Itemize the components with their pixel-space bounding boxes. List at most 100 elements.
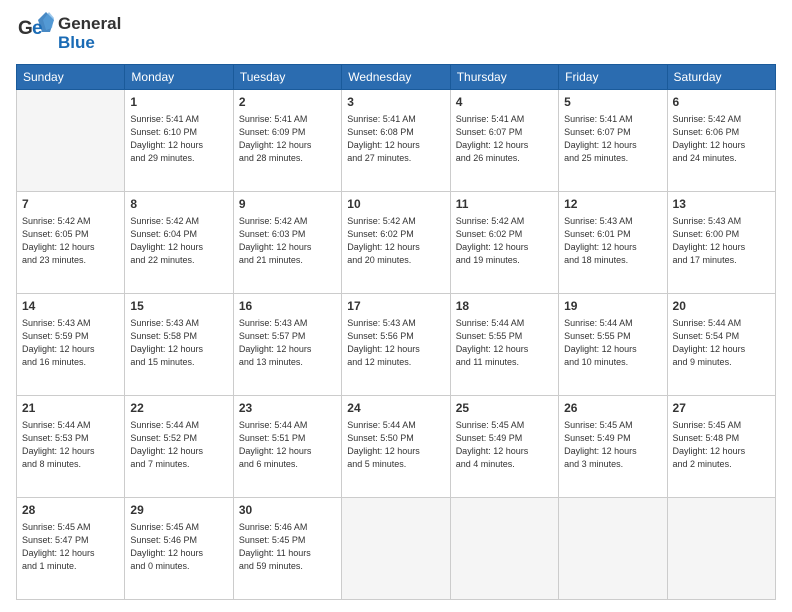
calendar-table: SundayMondayTuesdayWednesdayThursdayFrid… <box>16 64 776 600</box>
day-info: Sunrise: 5:44 AMSunset: 5:55 PMDaylight:… <box>564 317 661 369</box>
day-number: 15 <box>130 298 227 315</box>
day-info: Sunrise: 5:41 AMSunset: 6:07 PMDaylight:… <box>564 113 661 165</box>
day-number: 21 <box>22 400 119 417</box>
calendar-week-1: 1 Sunrise: 5:41 AMSunset: 6:10 PMDaylight… <box>17 90 776 192</box>
day-number: 8 <box>130 196 227 213</box>
calendar-cell: 22 Sunrise: 5:44 AMSunset: 5:52 PMDayligh… <box>125 396 233 498</box>
day-info: Sunrise: 5:42 AMSunset: 6:02 PMDaylight:… <box>456 215 553 267</box>
day-number: 9 <box>239 196 336 213</box>
day-number: 18 <box>456 298 553 315</box>
calendar-cell: 25 Sunrise: 5:45 AMSunset: 5:49 PMDayligh… <box>450 396 558 498</box>
day-info: Sunrise: 5:42 AMSunset: 6:03 PMDaylight:… <box>239 215 336 267</box>
day-header-tuesday: Tuesday <box>233 65 341 90</box>
calendar-cell: 27 Sunrise: 5:45 AMSunset: 5:48 PMDayligh… <box>667 396 775 498</box>
day-number: 13 <box>673 196 770 213</box>
day-info: Sunrise: 5:43 AMSunset: 5:57 PMDaylight:… <box>239 317 336 369</box>
day-number: 7 <box>22 196 119 213</box>
days-of-week-row: SundayMondayTuesdayWednesdayThursdayFrid… <box>17 65 776 90</box>
calendar-cell: 16 Sunrise: 5:43 AMSunset: 5:57 PMDayligh… <box>233 294 341 396</box>
calendar-cell: 23Sunrise: 5:44 AMSunset: 5:51 PMDayligh… <box>233 396 341 498</box>
calendar-cell: 18 Sunrise: 5:44 AMSunset: 5:55 PMDayligh… <box>450 294 558 396</box>
calendar-body: 1 Sunrise: 5:41 AMSunset: 6:10 PMDaylight… <box>17 90 776 600</box>
calendar-cell: 15Sunrise: 5:43 AMSunset: 5:58 PMDayligh… <box>125 294 233 396</box>
logo-text-container: General Blue <box>58 15 121 52</box>
day-number: 24 <box>347 400 444 417</box>
calendar-cell: 26 Sunrise: 5:45 AMSunset: 5:49 PMDayligh… <box>559 396 667 498</box>
calendar-cell <box>342 498 450 600</box>
calendar-cell: 13 Sunrise: 5:43 AMSunset: 6:00 PMDayligh… <box>667 192 775 294</box>
calendar-cell <box>450 498 558 600</box>
day-header-sunday: Sunday <box>17 65 125 90</box>
day-number: 12 <box>564 196 661 213</box>
day-info: Sunrise: 5:44 AMSunset: 5:54 PMDaylight:… <box>673 317 770 369</box>
calendar-cell <box>17 90 125 192</box>
calendar-cell: 20Sunrise: 5:44 AMSunset: 5:54 PMDayligh… <box>667 294 775 396</box>
day-number: 16 <box>239 298 336 315</box>
calendar-cell: 2Sunrise: 5:41 AMSunset: 6:09 PMDaylight… <box>233 90 341 192</box>
calendar-week-5: 28 Sunrise: 5:45 AMSunset: 5:47 PMDayligh… <box>17 498 776 600</box>
day-number: 25 <box>456 400 553 417</box>
day-number: 11 <box>456 196 553 213</box>
day-header-friday: Friday <box>559 65 667 90</box>
calendar-cell: 11 Sunrise: 5:42 AMSunset: 6:02 PMDayligh… <box>450 192 558 294</box>
calendar-cell: 17Sunrise: 5:43 AMSunset: 5:56 PMDayligh… <box>342 294 450 396</box>
calendar-cell: 29 Sunrise: 5:45 AMSunset: 5:46 PMDayligh… <box>125 498 233 600</box>
day-info: Sunrise: 5:43 AMSunset: 6:00 PMDaylight:… <box>673 215 770 267</box>
day-info: Sunrise: 5:41 AMSunset: 6:09 PMDaylight:… <box>239 113 336 165</box>
calendar-week-2: 7 Sunrise: 5:42 AMSunset: 6:05 PMDaylight… <box>17 192 776 294</box>
day-number: 26 <box>564 400 661 417</box>
day-header-wednesday: Wednesday <box>342 65 450 90</box>
day-number: 29 <box>130 502 227 519</box>
day-number: 5 <box>564 94 661 111</box>
day-info: Sunrise: 5:44 AMSunset: 5:53 PMDaylight:… <box>22 419 119 471</box>
day-info: Sunrise: 5:42 AMSunset: 6:02 PMDaylight:… <box>347 215 444 267</box>
day-info: Sunrise: 5:45 AMSunset: 5:46 PMDaylight:… <box>130 521 227 573</box>
day-info: Sunrise: 5:42 AMSunset: 6:05 PMDaylight:… <box>22 215 119 267</box>
svg-text:G: G <box>18 18 33 39</box>
day-info: Sunrise: 5:41 AMSunset: 6:08 PMDaylight:… <box>347 113 444 165</box>
calendar-cell <box>667 498 775 600</box>
day-info: Sunrise: 5:46 AMSunset: 5:45 PMDaylight:… <box>239 521 336 573</box>
day-number: 27 <box>673 400 770 417</box>
day-info: Sunrise: 5:42 AMSunset: 6:06 PMDaylight:… <box>673 113 770 165</box>
day-number: 1 <box>130 94 227 111</box>
calendar-cell: 6Sunrise: 5:42 AMSunset: 6:06 PMDaylight… <box>667 90 775 192</box>
day-info: Sunrise: 5:45 AMSunset: 5:48 PMDaylight:… <box>673 419 770 471</box>
calendar-cell: 19 Sunrise: 5:44 AMSunset: 5:55 PMDayligh… <box>559 294 667 396</box>
day-number: 4 <box>456 94 553 111</box>
calendar-cell: 1 Sunrise: 5:41 AMSunset: 6:10 PMDaylight… <box>125 90 233 192</box>
day-info: Sunrise: 5:44 AMSunset: 5:50 PMDaylight:… <box>347 419 444 471</box>
day-number: 3 <box>347 94 444 111</box>
calendar-cell: 7 Sunrise: 5:42 AMSunset: 6:05 PMDaylight… <box>17 192 125 294</box>
day-number: 22 <box>130 400 227 417</box>
calendar-cell: 8 Sunrise: 5:42 AMSunset: 6:04 PMDaylight… <box>125 192 233 294</box>
calendar-cell: 4 Sunrise: 5:41 AMSunset: 6:07 PMDaylight… <box>450 90 558 192</box>
day-info: Sunrise: 5:44 AMSunset: 5:52 PMDaylight:… <box>130 419 227 471</box>
day-number: 28 <box>22 502 119 519</box>
logo-svg: G e <box>16 12 54 56</box>
day-info: Sunrise: 5:45 AMSunset: 5:47 PMDaylight:… <box>22 521 119 573</box>
header: G e General Blue <box>16 12 776 56</box>
calendar-cell: 21 Sunrise: 5:44 AMSunset: 5:53 PMDayligh… <box>17 396 125 498</box>
calendar-cell: 28 Sunrise: 5:45 AMSunset: 5:47 PMDayligh… <box>17 498 125 600</box>
logo-blue-text: Blue <box>58 34 121 53</box>
day-info: Sunrise: 5:44 AMSunset: 5:55 PMDaylight:… <box>456 317 553 369</box>
day-info: Sunrise: 5:41 AMSunset: 6:07 PMDaylight:… <box>456 113 553 165</box>
day-info: Sunrise: 5:41 AMSunset: 6:10 PMDaylight:… <box>130 113 227 165</box>
calendar-week-4: 21 Sunrise: 5:44 AMSunset: 5:53 PMDayligh… <box>17 396 776 498</box>
day-number: 10 <box>347 196 444 213</box>
day-header-thursday: Thursday <box>450 65 558 90</box>
day-info: Sunrise: 5:45 AMSunset: 5:49 PMDaylight:… <box>564 419 661 471</box>
calendar-cell <box>559 498 667 600</box>
calendar-cell: 12 Sunrise: 5:43 AMSunset: 6:01 PMDayligh… <box>559 192 667 294</box>
calendar-cell: 14Sunrise: 5:43 AMSunset: 5:59 PMDayligh… <box>17 294 125 396</box>
day-header-saturday: Saturday <box>667 65 775 90</box>
day-info: Sunrise: 5:44 AMSunset: 5:51 PMDaylight:… <box>239 419 336 471</box>
day-info: Sunrise: 5:42 AMSunset: 6:04 PMDaylight:… <box>130 215 227 267</box>
day-number: 17 <box>347 298 444 315</box>
calendar-cell: 5 Sunrise: 5:41 AMSunset: 6:07 PMDaylight… <box>559 90 667 192</box>
day-info: Sunrise: 5:45 AMSunset: 5:49 PMDaylight:… <box>456 419 553 471</box>
calendar-cell: 3 Sunrise: 5:41 AMSunset: 6:08 PMDaylight… <box>342 90 450 192</box>
day-info: Sunrise: 5:43 AMSunset: 6:01 PMDaylight:… <box>564 215 661 267</box>
day-number: 19 <box>564 298 661 315</box>
